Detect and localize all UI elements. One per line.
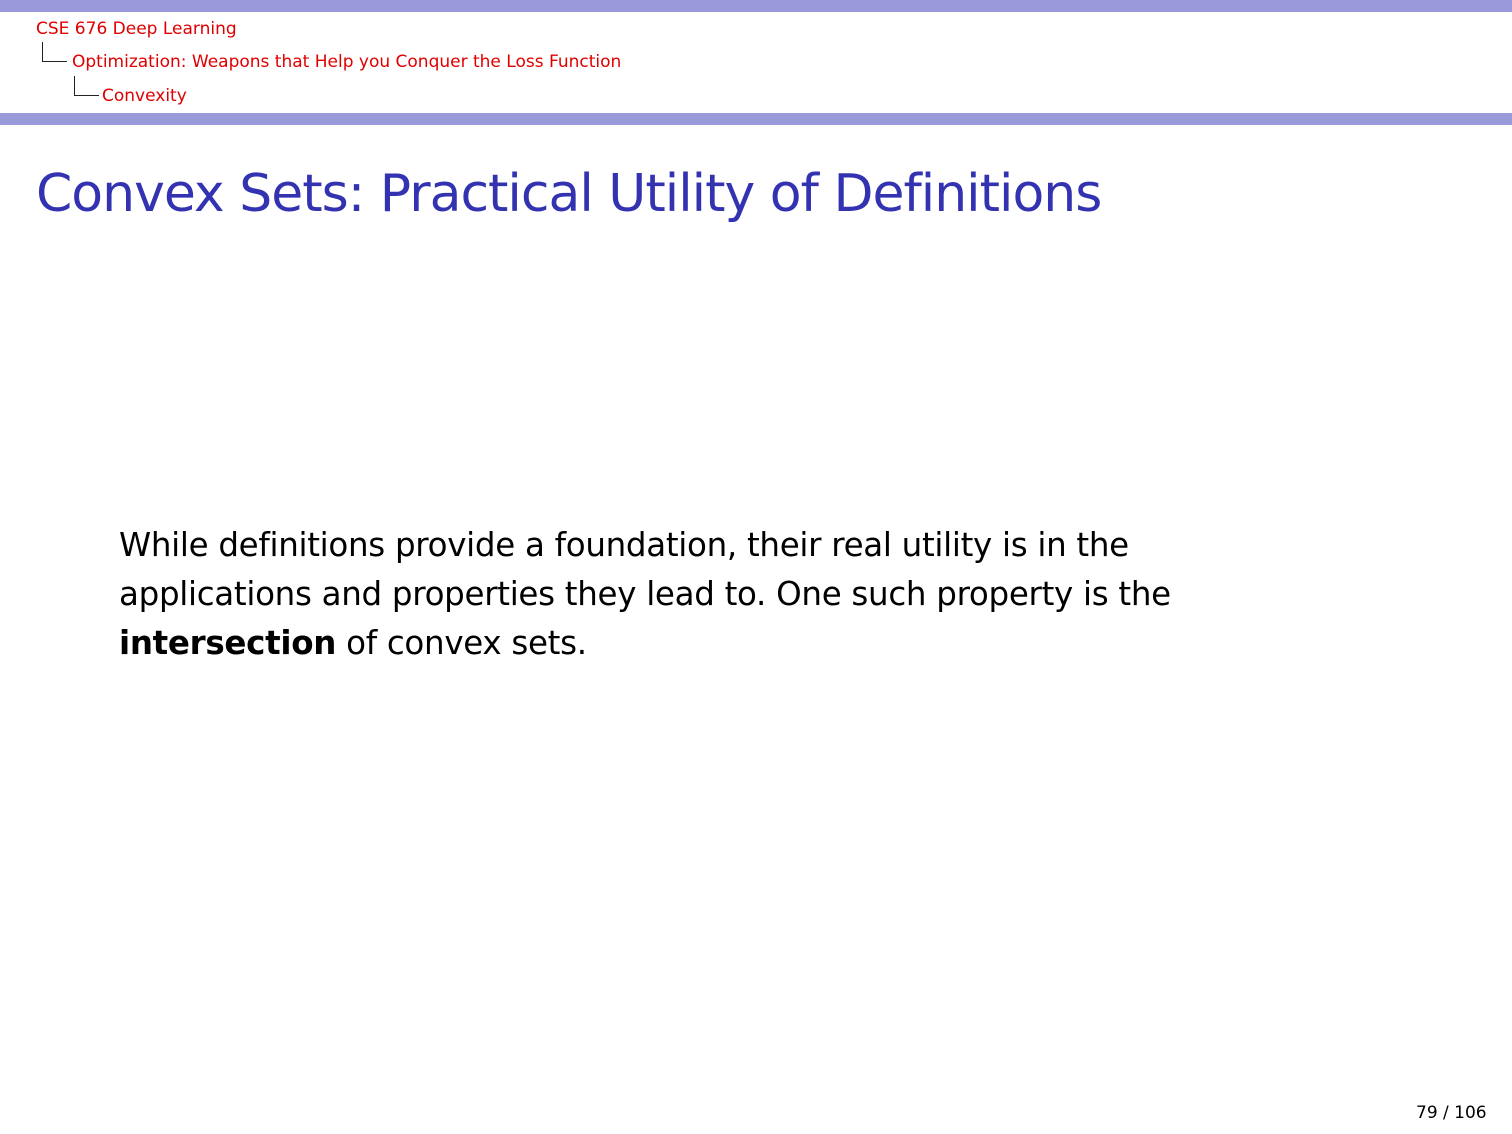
breadcrumb-tree-connector-icon [74,76,99,96]
breadcrumb-subsection[interactable]: Convexity [102,86,187,106]
header-bottom-bar [0,113,1512,125]
body-text-part1: While definitions provide a foundation, … [119,526,1171,613]
body-text-part2: of convex sets. [336,624,587,662]
header-top-bar [0,0,1512,12]
breadcrumb-section[interactable]: Optimization: Weapons that Help you Conq… [72,52,621,72]
page-number: 79 / 106 [1416,1103,1487,1123]
breadcrumb-course[interactable]: CSE 676 Deep Learning [36,19,237,39]
body-text-bold-term: intersection [119,624,337,662]
breadcrumb-tree-connector-icon [42,42,67,62]
slide-body-text: While definitions provide a foundation, … [119,521,1299,668]
slide-title: Convex Sets: Practical Utility of Defini… [36,164,1102,224]
